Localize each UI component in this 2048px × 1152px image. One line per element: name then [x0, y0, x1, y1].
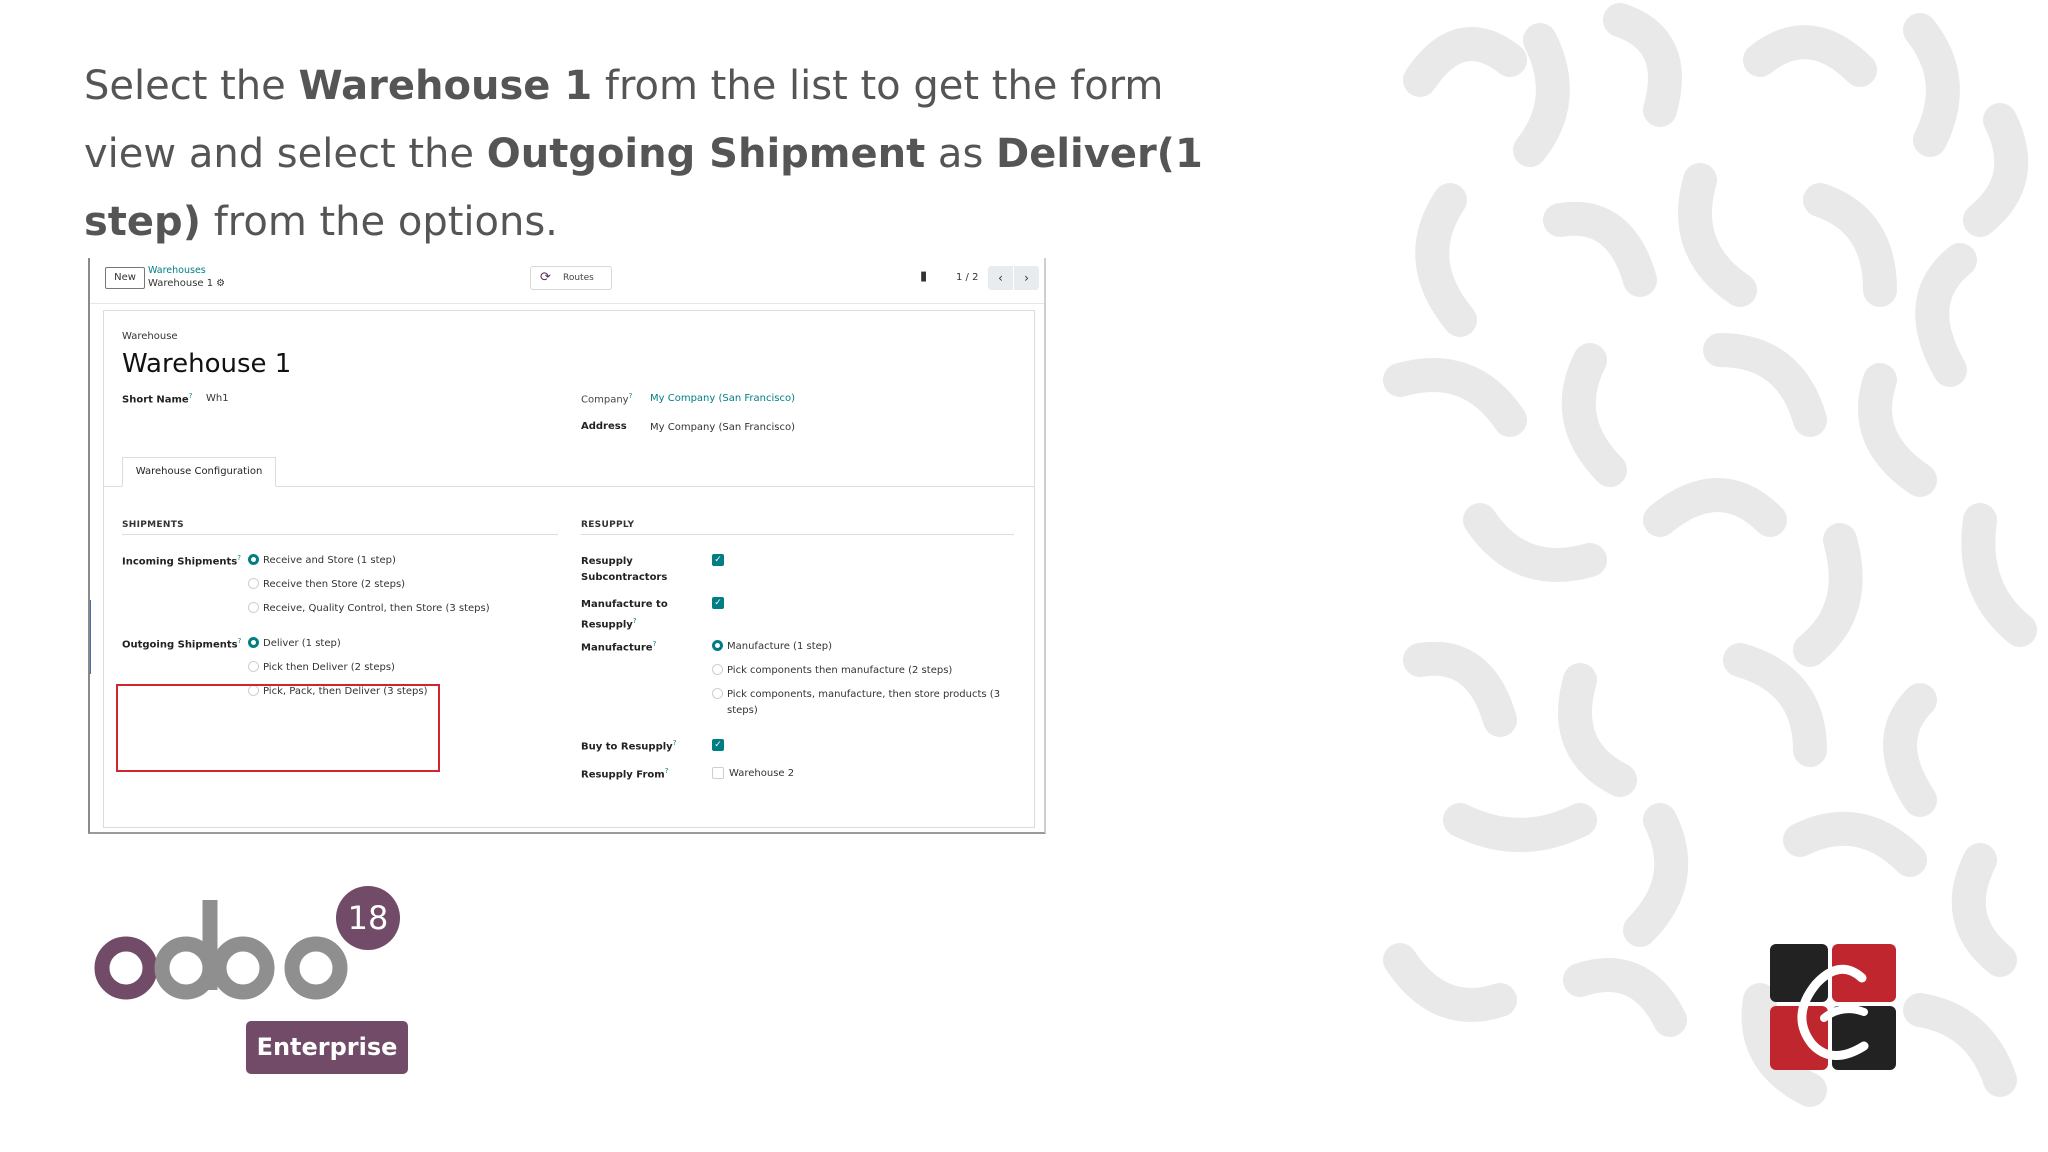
background-pattern [1383, 3, 2037, 1107]
radio[interactable] [248, 661, 259, 672]
manufacture-option-2[interactable]: Pick components then manufacture (2 step… [712, 664, 952, 676]
incoming-option-2[interactable]: Receive then Store (2 steps) [248, 578, 405, 590]
resupply-from-label: Resupply From? [581, 767, 669, 781]
outgoing-option-1[interactable]: Deliver (1 step) [248, 637, 341, 649]
manufacture-option-3-cont: steps) [727, 705, 758, 716]
short-name-label: Short Name? [122, 392, 193, 406]
breadcrumb-warehouses[interactable]: Warehouses [148, 265, 206, 276]
manufacture-to-resupply-checkbox[interactable]: ✓ [712, 597, 724, 609]
resupply-rule [581, 534, 1014, 535]
shipments-rule [122, 534, 558, 535]
odoo-version: 18 [348, 899, 389, 937]
instruction-bold-warehouse: Warehouse 1 [298, 63, 593, 109]
manufacture-to-resupply-label: Manufacture to Resupply? [581, 599, 668, 631]
buy-to-resupply-checkbox[interactable]: ✓ [712, 739, 724, 751]
buy-to-resupply-label: Buy to Resupply? [581, 739, 677, 753]
radio[interactable] [712, 664, 723, 675]
instruction-bold-outgoing: Outgoing Shipment [486, 131, 926, 177]
previous-record-button[interactable]: ‹ [988, 266, 1013, 290]
address-field[interactable]: My Company (San Francisco) [650, 422, 795, 433]
incoming-shipments-label: Incoming Shipments? [122, 554, 241, 568]
sidebar-edge [90, 600, 91, 674]
resupply-subcontractors-checkbox[interactable]: ✓ [712, 554, 724, 566]
shipments-section-title: SHIPMENTS [122, 520, 184, 530]
resupply-from-warehouse: Warehouse 2 [729, 768, 795, 779]
company-logo [1770, 944, 1896, 1070]
manufacture-label: Manufacture? [581, 640, 657, 654]
outgoing-shipments-label: Outgoing Shipments? [122, 637, 242, 651]
warehouse-caption: Warehouse [122, 331, 178, 342]
outgoing-shipments-highlight [116, 684, 440, 772]
resupply-from-checkbox[interactable] [712, 767, 724, 779]
form-sheet: Warehouse Warehouse 1 Short Name? Wh1 Co… [103, 310, 1035, 828]
warehouse-title[interactable]: Warehouse 1 [122, 349, 291, 379]
control-panel: New Warehouses Warehouse 1 ⚙ ⟳ Routes ▮ 1 … [90, 258, 1044, 304]
manufacture-option-1[interactable]: Manufacture (1 step) [712, 640, 832, 652]
short-name-field[interactable]: Wh1 [206, 393, 229, 404]
refresh-icon: ⟳ [540, 270, 551, 285]
breadcrumb-current: Warehouse 1 ⚙ [148, 278, 226, 289]
radio[interactable] [248, 578, 259, 589]
manufacture-option-3[interactable]: Pick components, manufacture, then store… [712, 688, 1000, 700]
radio-selected[interactable] [248, 637, 259, 648]
radio-selected[interactable] [248, 554, 259, 565]
routes-button[interactable]: ⟳ Routes [530, 266, 612, 290]
company-field[interactable]: My Company (San Francisco) [650, 393, 795, 404]
enterprise-badge: Enterprise [246, 1021, 408, 1074]
tab-warehouse-configuration[interactable]: Warehouse Configuration [122, 457, 276, 487]
gear-icon[interactable]: ⚙ [216, 278, 225, 289]
radio-selected[interactable] [712, 640, 723, 651]
incoming-option-1[interactable]: Receive and Store (1 step) [248, 554, 396, 566]
radio[interactable] [248, 602, 259, 613]
resupply-subcontractors-label: Resupply Subcontractors [581, 556, 668, 583]
incoming-option-3[interactable]: Receive, Quality Control, then Store (3 … [248, 602, 490, 614]
next-record-button[interactable]: › [1014, 266, 1039, 290]
company-label: Company? [581, 392, 633, 406]
new-button[interactable]: New [105, 267, 145, 289]
print-icon[interactable]: ▮ [920, 269, 927, 284]
resupply-section-title: RESUPPLY [581, 520, 635, 530]
radio[interactable] [712, 688, 723, 699]
odoo-form-screenshot: New Warehouses Warehouse 1 ⚙ ⟳ Routes ▮ 1 … [88, 258, 1046, 834]
address-label: Address [581, 421, 627, 432]
pager-value[interactable]: 1 / 2 [956, 272, 978, 283]
outgoing-option-2[interactable]: Pick then Deliver (2 steps) [248, 661, 395, 673]
instruction-text: Select the Warehouse 1 from the list to … [84, 63, 1203, 245]
